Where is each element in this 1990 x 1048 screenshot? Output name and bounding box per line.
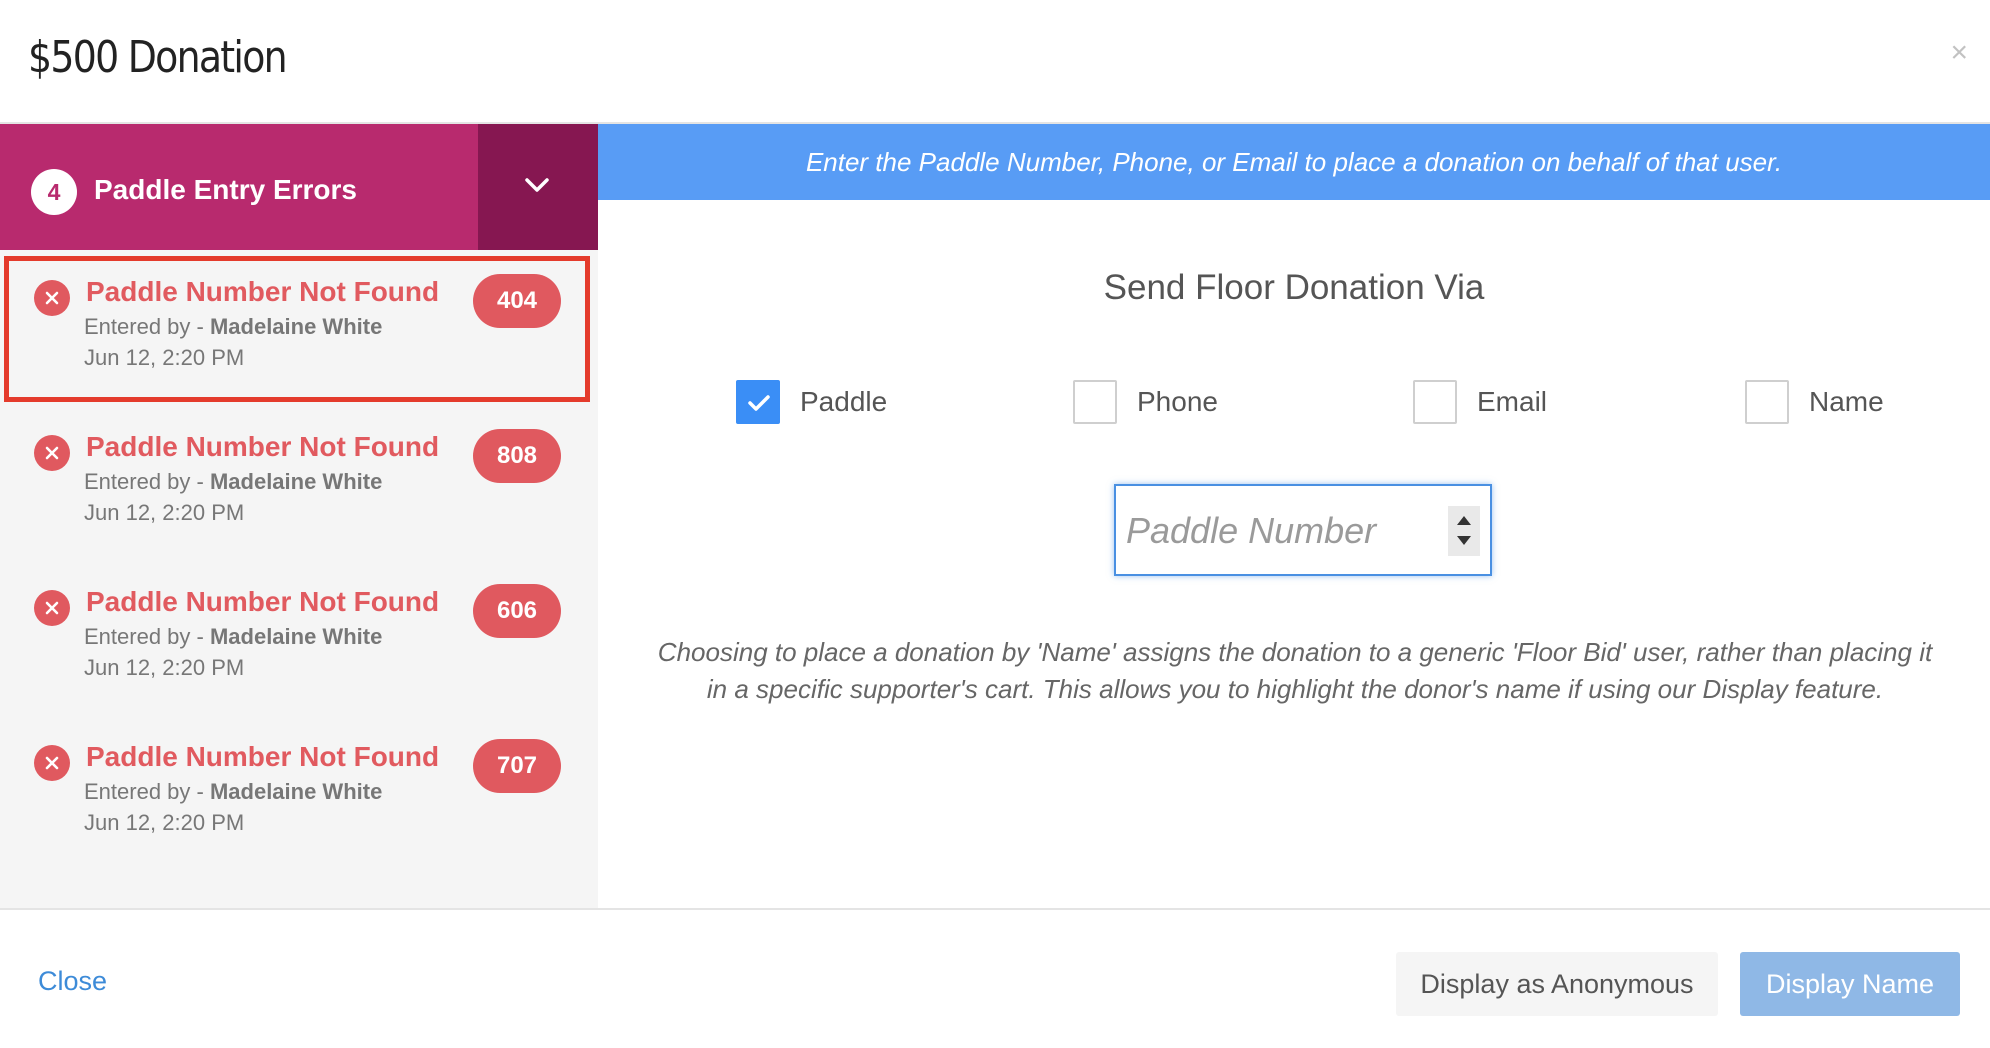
close-icon[interactable]: ×: [1950, 38, 1968, 68]
entered-by-prefix: Entered by -: [84, 314, 210, 339]
email-checkbox[interactable]: [1413, 380, 1457, 424]
display-anonymous-button[interactable]: Display as Anonymous: [1396, 952, 1718, 1016]
errors-toggle-button[interactable]: [478, 124, 598, 250]
error-title: Paddle Number Not Found: [86, 586, 440, 617]
error-title: Paddle Number Not Found: [86, 431, 440, 462]
error-paddle-badge: 707: [473, 739, 561, 793]
error-entered-by: Entered by - Madelaine White: [84, 469, 382, 495]
display-name-button[interactable]: Display Name: [1740, 952, 1960, 1016]
entered-by-name: Madelaine White: [209, 469, 383, 494]
error-date: Jun 12, 2:20 PM: [84, 500, 245, 525]
error-item[interactable]: Paddle Number Not Found Entered by - Mad…: [0, 405, 598, 553]
name-option-note: Choosing to place a donation by 'Name' a…: [657, 637, 1933, 704]
chevron-down-icon: [525, 178, 549, 192]
error-x-icon: [34, 590, 70, 626]
error-count-badge: 4: [31, 169, 77, 215]
name-option-label: Name: [1809, 386, 1884, 417]
modal-footer: Close Display as Anonymous Display Name: [0, 908, 1990, 1048]
error-entered-by: Entered by - Madelaine White: [84, 779, 382, 805]
entered-by-prefix: Entered by -: [84, 779, 210, 804]
error-item[interactable]: Paddle Number Not Found Entered by - Mad…: [0, 560, 598, 708]
phone-option-label: Phone: [1137, 386, 1218, 417]
error-x-icon: [34, 280, 70, 316]
modal-header: $500 Donation ×: [0, 0, 1990, 124]
stepper-up-icon[interactable]: [1457, 516, 1471, 525]
entered-by-name: Madelaine White: [209, 624, 383, 649]
error-paddle-badge: 404: [473, 274, 561, 328]
paddle-number-field[interactable]: [1114, 484, 1492, 576]
error-item[interactable]: Paddle Number Not Found Entered by - Mad…: [0, 715, 598, 863]
close-link[interactable]: Close: [38, 966, 107, 997]
stepper-down-icon[interactable]: [1457, 536, 1471, 545]
modal-title: $500 Donation: [28, 32, 288, 83]
email-option-label: Email: [1477, 386, 1548, 417]
error-title: Paddle Number Not Found: [86, 276, 440, 307]
paddle-option-label: Paddle: [800, 386, 888, 417]
error-paddle-badge: 606: [473, 584, 561, 638]
check-icon: [748, 395, 770, 411]
error-item[interactable]: Paddle Number Not Found Entered by - Mad…: [0, 250, 598, 398]
error-entered-by: Entered by - Madelaine White: [84, 624, 382, 650]
errors-header-label: Paddle Entry Errors: [94, 174, 357, 205]
paddle-number-input[interactable]: [1126, 504, 1436, 558]
error-paddle-badge: 808: [473, 429, 561, 483]
error-date: Jun 12, 2:20 PM: [84, 345, 245, 370]
entered-by-name: Madelaine White: [209, 779, 383, 804]
errors-header: 4 Paddle Entry Errors: [0, 124, 598, 250]
errors-panel: 4 Paddle Entry Errors Paddle Number Not …: [0, 124, 598, 910]
error-date: Jun 12, 2:20 PM: [84, 655, 245, 680]
error-x-icon: [34, 745, 70, 781]
error-date: Jun 12, 2:20 PM: [84, 810, 245, 835]
phone-checkbox[interactable]: [1073, 380, 1117, 424]
paddle-checkbox[interactable]: [736, 380, 780, 424]
error-title: Paddle Number Not Found: [86, 741, 440, 772]
error-entered-by: Entered by - Madelaine White: [84, 314, 382, 340]
name-checkbox[interactable]: [1745, 380, 1789, 424]
error-x-icon: [34, 435, 70, 471]
entered-by-prefix: Entered by -: [84, 624, 210, 649]
entered-by-name: Madelaine White: [209, 314, 383, 339]
instruction-banner: Enter the Paddle Number, Phone, or Email…: [598, 124, 1990, 200]
send-via-title: Send Floor Donation Via: [1103, 268, 1485, 307]
entered-by-prefix: Entered by -: [84, 469, 210, 494]
number-stepper[interactable]: [1448, 506, 1480, 556]
